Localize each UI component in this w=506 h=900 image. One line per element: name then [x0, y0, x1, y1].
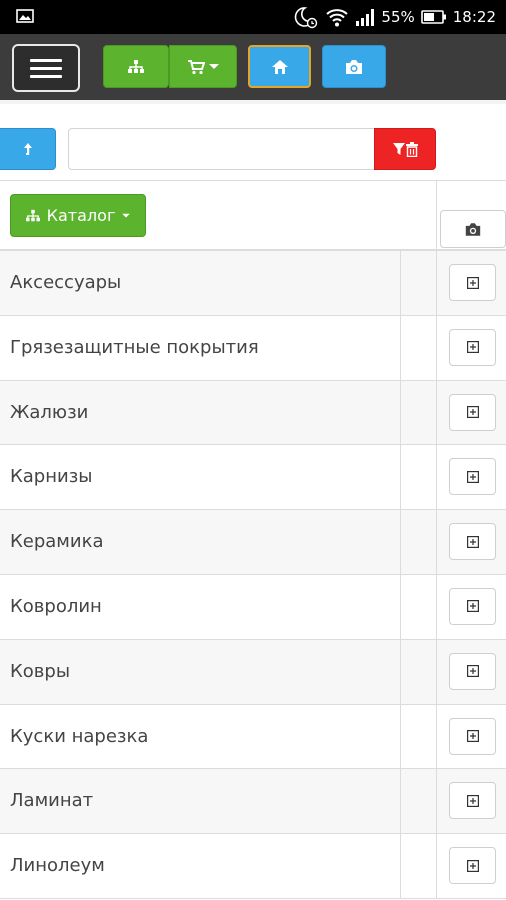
clock-time: 18:22 [452, 8, 496, 26]
expand-button[interactable] [449, 458, 496, 496]
camera-icon [346, 59, 362, 74]
plus-square-icon [466, 276, 479, 289]
category-name[interactable]: Грязезащитные покрытия [10, 316, 259, 380]
battery-icon [420, 10, 446, 24]
sitemap-icon [25, 209, 40, 221]
expand-button[interactable] [449, 523, 496, 561]
catalog-table: Каталог Аксессуары Грязезащитные покрытия… [0, 180, 506, 899]
catalog-dropdown-button[interactable]: Каталог [10, 194, 146, 237]
plus-square-icon [466, 665, 479, 678]
category-name[interactable]: Куски нарезка [10, 705, 148, 769]
menu-button[interactable] [12, 44, 80, 92]
expand-button[interactable] [449, 847, 496, 885]
clear-filter-button[interactable] [374, 128, 436, 170]
category-name[interactable]: Ламинат [10, 769, 93, 833]
home-button[interactable] [248, 45, 311, 88]
search-input[interactable] [68, 128, 376, 170]
category-name[interactable]: Карнизы [10, 445, 93, 509]
expand-button[interactable] [449, 652, 496, 690]
chevron-down-icon [122, 213, 131, 217]
category-name[interactable]: Жалюзи [10, 381, 88, 445]
signal-icon [356, 9, 375, 26]
cart-dropdown-button[interactable] [169, 45, 237, 88]
sitemap-icon [128, 59, 144, 73]
table-row[interactable]: Ковролин [0, 574, 506, 640]
plus-square-icon [466, 406, 479, 419]
image-icon [16, 9, 34, 23]
plus-square-icon [466, 859, 479, 872]
toolbar-divider [0, 100, 506, 104]
category-name[interactable]: Керамика [10, 510, 104, 574]
home-icon [271, 59, 288, 74]
moon-alarm-icon [295, 7, 318, 29]
level-up-button[interactable] [0, 128, 56, 170]
table-row[interactable]: Керамика [0, 510, 506, 575]
catalog-label: Каталог [46, 206, 116, 225]
filter-icon [392, 143, 405, 155]
app-toolbar [0, 34, 506, 100]
camera-icon [465, 222, 481, 236]
expand-button[interactable] [449, 782, 496, 820]
status-bar: 55% 18:22 [0, 0, 506, 34]
plus-square-icon [466, 341, 479, 354]
photo-column-button[interactable] [440, 210, 506, 248]
level-up-icon [23, 143, 32, 155]
plus-square-icon [466, 794, 479, 807]
table-row[interactable]: Жалюзи [0, 380, 506, 446]
trash-icon [405, 141, 418, 157]
expand-button[interactable] [449, 328, 496, 366]
category-name[interactable]: Аксессуары [10, 251, 121, 315]
table-header: Каталог [0, 181, 506, 251]
table-row[interactable]: Куски нарезка [0, 704, 506, 770]
plus-square-icon [466, 470, 479, 483]
cart-icon [187, 59, 205, 74]
expand-button[interactable] [449, 393, 496, 431]
wifi-icon [326, 9, 349, 27]
expand-button[interactable] [449, 717, 496, 755]
category-name[interactable]: Линолеум [10, 834, 105, 898]
expand-button[interactable] [449, 587, 496, 625]
table-row[interactable]: Ковры [0, 639, 506, 705]
sitemap-button[interactable] [103, 45, 169, 88]
table-row[interactable]: Грязезащитные покрытия [0, 315, 506, 381]
plus-square-icon [466, 535, 479, 548]
chevron-down-icon [208, 63, 219, 69]
table-row[interactable]: Ламинат [0, 769, 506, 835]
plus-square-icon [466, 730, 479, 743]
camera-button[interactable] [322, 45, 386, 88]
table-row[interactable]: Линолеум [0, 834, 506, 899]
category-name[interactable]: Ковры [10, 640, 70, 704]
expand-button[interactable] [449, 264, 496, 301]
table-row[interactable]: Аксессуары [0, 251, 506, 316]
category-name[interactable]: Ковролин [10, 575, 102, 639]
battery-percent: 55% [381, 8, 415, 26]
table-row[interactable]: Карнизы [0, 445, 506, 511]
plus-square-icon [466, 600, 479, 613]
